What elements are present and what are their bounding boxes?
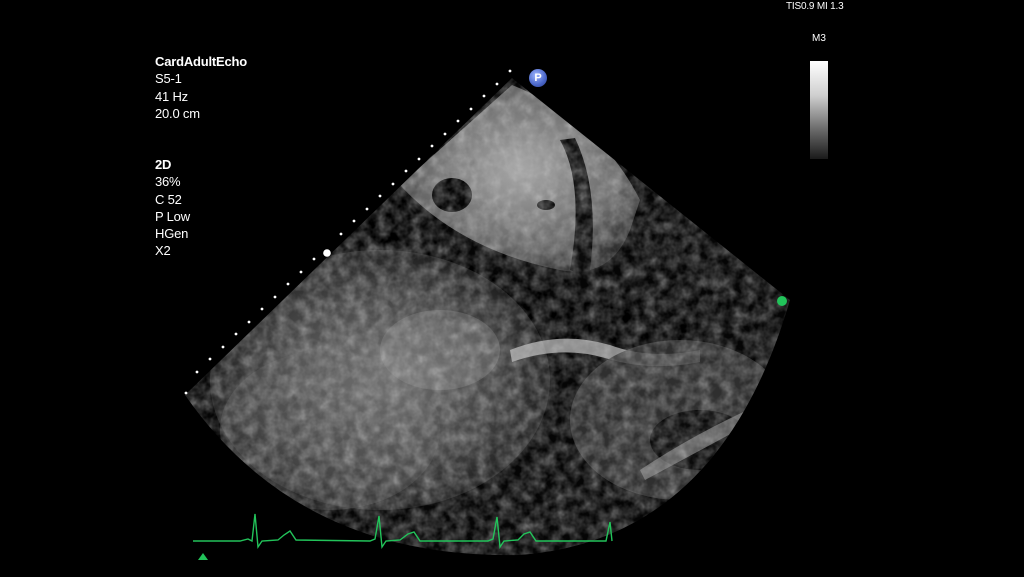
safety-indices: TIS0.9 MI 1.3 xyxy=(786,1,844,12)
imaging-mode: 2D xyxy=(155,157,172,172)
frequency-value: HGen xyxy=(155,226,189,242)
gray-map-bar xyxy=(810,61,828,159)
compression-value: C 52 xyxy=(155,191,182,207)
sector-field xyxy=(185,78,790,556)
orientation-marker-icon: P xyxy=(529,69,547,87)
echo-scan-image xyxy=(184,69,790,556)
left-letterbox xyxy=(0,0,126,577)
focus-dot-icon xyxy=(777,296,787,306)
zoom-value: X2 xyxy=(155,243,171,259)
preset-info: CardAdultEcho S5-1 41 Hz 20.0 cm xyxy=(155,53,247,122)
ecg-trigger-icon xyxy=(198,553,208,560)
depth-value: 20.0 cm xyxy=(155,105,200,121)
probe-name: S5-1 xyxy=(155,71,182,87)
ultrasound-viewport: CardAdultEcho S5-1 41 Hz 20.0 cm 2D 36% … xyxy=(0,0,1024,577)
power-value: P Low xyxy=(155,208,190,224)
gray-map-label: M3 xyxy=(812,33,826,44)
gain-value: 36% xyxy=(155,174,181,190)
right-letterbox xyxy=(898,0,1024,577)
mode-info: 2D 36% C 52 P Low HGen X2 xyxy=(155,156,190,260)
exam-preset: CardAdultEcho xyxy=(155,54,248,69)
focal-zone-marker xyxy=(323,249,331,257)
frame-rate: 41 Hz xyxy=(155,88,188,104)
